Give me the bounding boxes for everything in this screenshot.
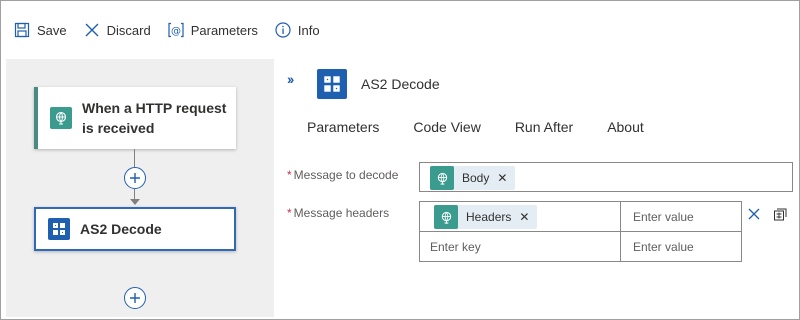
window-frame: Save Discard @ Parameters Info When a HT… <box>0 0 800 320</box>
trigger-card[interactable]: When a HTTP request is received <box>34 87 236 149</box>
headers-token-label: Headers <box>466 210 512 224</box>
remove-token-icon[interactable]: ✕ <box>497 171 507 185</box>
discard-label: Discard <box>106 22 151 38</box>
message-to-decode-label: * Message to decode <box>287 168 398 182</box>
svg-text:@: @ <box>171 26 181 37</box>
parameters-icon: @ <box>167 21 185 39</box>
info-icon <box>274 21 292 39</box>
body-token-label: Body <box>462 171 490 185</box>
connector-line <box>134 189 135 199</box>
body-token: Body ✕ <box>430 166 516 190</box>
message-headers-label-text: Message headers <box>293 206 390 220</box>
tab-run-after[interactable]: Run After <box>515 119 573 135</box>
http-request-icon <box>50 107 72 129</box>
connector-line <box>134 149 135 167</box>
required-marker: * <box>287 206 292 220</box>
as2-icon <box>317 69 347 99</box>
header-key-input[interactable]: Headers ✕ <box>419 201 621 232</box>
save-icon <box>13 21 31 39</box>
info-button[interactable]: Info <box>274 18 320 42</box>
tab-bar: Parameters Code View Run After About <box>307 119 678 135</box>
pane-title: AS2 Decode <box>361 76 440 92</box>
delete-row-icon[interactable] <box>745 205 763 223</box>
header-value-input[interactable]: Enter value <box>620 201 742 232</box>
discard-button[interactable]: Discard <box>83 18 151 42</box>
tab-about[interactable]: About <box>607 119 644 135</box>
add-step-button[interactable] <box>124 287 146 309</box>
parameters-label: Parameters <box>190 22 258 38</box>
action-title: AS2 Decode <box>80 221 162 237</box>
required-marker: * <box>287 168 292 182</box>
message-to-decode-label-text: Message to decode <box>293 168 399 182</box>
plus-icon <box>130 173 140 183</box>
as2-decode-card[interactable]: AS2 Decode <box>34 207 236 251</box>
designer-canvas: When a HTTP request is received AS2 Deco… <box>6 59 274 317</box>
tab-code-view[interactable]: Code View <box>413 119 480 135</box>
http-request-icon <box>434 205 458 229</box>
plus-icon <box>130 293 140 303</box>
tab-parameters[interactable]: Parameters <box>307 119 379 135</box>
as2-icon <box>48 218 70 240</box>
save-button[interactable]: Save <box>13 18 67 42</box>
trigger-title: When a HTTP request is received <box>82 100 227 136</box>
save-label: Save <box>37 22 67 38</box>
insert-step-button[interactable] <box>124 167 146 189</box>
value-placeholder: Enter value <box>633 210 694 224</box>
header-value-input[interactable]: Enter value <box>620 231 742 262</box>
switch-to-text-mode-icon[interactable] <box>771 205 789 223</box>
close-icon <box>83 21 101 39</box>
value-placeholder: Enter value <box>633 240 694 254</box>
key-placeholder: Enter key <box>430 240 481 254</box>
parameters-button[interactable]: @ Parameters <box>167 18 258 42</box>
toolbar: Save Discard @ Parameters Info <box>1 1 800 59</box>
info-label: Info <box>297 22 320 38</box>
expand-chevron-icon[interactable]: ›› <box>287 71 294 87</box>
details-pane: ›› AS2 Decode Parameters Code View Run A… <box>277 59 800 320</box>
http-request-icon <box>430 166 454 190</box>
remove-token-icon[interactable]: ✕ <box>519 210 529 224</box>
headers-token: Headers ✕ <box>434 205 538 229</box>
message-to-decode-input[interactable]: Body ✕ <box>419 162 793 192</box>
message-headers-label: * Message headers <box>287 206 389 220</box>
arrow-down-icon <box>130 199 140 205</box>
header-key-input[interactable]: Enter key <box>419 231 621 262</box>
